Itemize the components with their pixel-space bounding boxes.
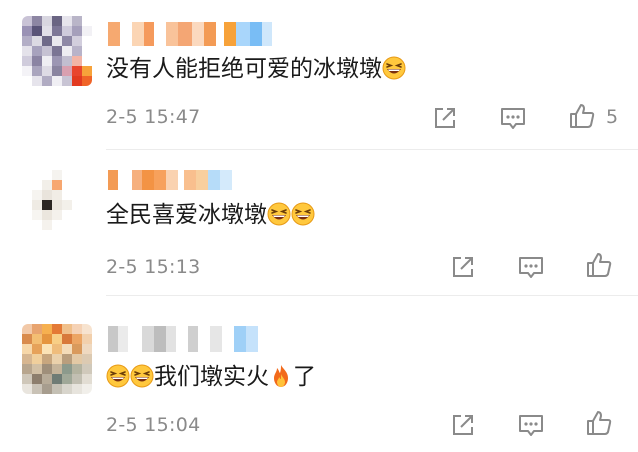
comment-text: 我们墩实火了 xyxy=(106,362,316,392)
username[interactable] xyxy=(108,326,258,352)
username[interactable] xyxy=(108,170,232,190)
comment-text: 没有人能拒绝可爱的冰墩墩 xyxy=(106,54,406,84)
timestamp: 2-5 15:47 xyxy=(106,106,201,128)
grin-squint-emoji xyxy=(382,56,406,80)
share-icon[interactable] xyxy=(430,103,460,133)
comment-text-body: 我们墩实火 xyxy=(154,364,269,390)
comment-icon[interactable] xyxy=(516,410,546,440)
timestamp: 2-5 15:04 xyxy=(106,414,201,436)
comment-text: 全民喜爱冰墩墩 xyxy=(106,200,315,230)
comment-item: 全民喜爱冰墩墩 2-5 15:13 xyxy=(0,150,638,296)
avatar[interactable] xyxy=(22,16,92,86)
comment-icon[interactable] xyxy=(498,103,528,133)
grin-squint-emoji xyxy=(130,364,154,388)
grin-squint-emoji xyxy=(106,364,130,388)
like-count: 5 xyxy=(606,106,619,128)
comment-item: 我们墩实火了 2-5 15:04 xyxy=(0,296,638,452)
comment-item: 没有人能拒绝可爱的冰墩墩 2-5 15:47 5 xyxy=(0,0,638,150)
avatar[interactable] xyxy=(22,324,92,394)
comment-text-body: 全民喜爱冰墩墩 xyxy=(106,202,267,228)
share-icon[interactable] xyxy=(448,410,478,440)
username[interactable] xyxy=(108,22,272,46)
comment-text-body: 没有人能拒绝可爱的冰墩墩 xyxy=(106,56,382,82)
grin-squint-emoji xyxy=(267,202,291,226)
thumbs-up-icon[interactable] xyxy=(584,250,614,280)
avatar[interactable] xyxy=(22,170,92,240)
thumbs-up-icon[interactable] xyxy=(567,101,597,131)
thumbs-up-icon[interactable] xyxy=(584,408,614,438)
comment-text-tail: 了 xyxy=(293,364,316,390)
grin-squint-emoji xyxy=(291,202,315,226)
timestamp: 2-5 15:13 xyxy=(106,256,201,278)
fire-emoji xyxy=(274,365,288,387)
share-icon[interactable] xyxy=(448,252,478,282)
comment-icon[interactable] xyxy=(516,252,546,282)
